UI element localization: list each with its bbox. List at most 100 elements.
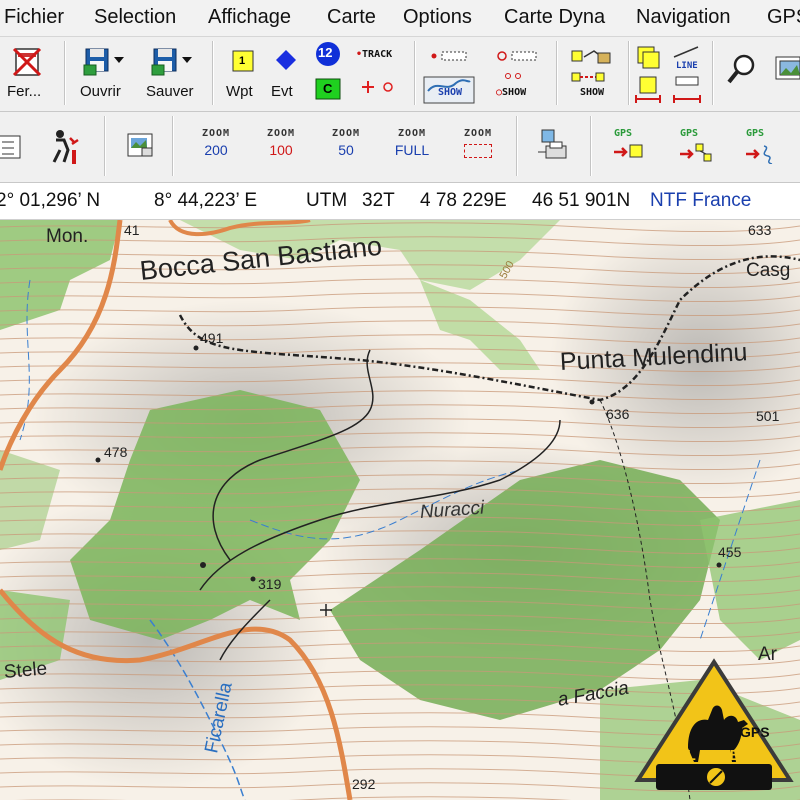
altitude-501: 501	[756, 408, 780, 424]
show-points-button[interactable]: ○SHOW	[490, 43, 548, 107]
diamond-icon	[276, 50, 296, 70]
zoom-selection-button[interactable]: ZOOM	[450, 128, 506, 174]
gps-to-waypoint-button[interactable]: GPS	[608, 128, 648, 168]
spot-height-marker	[716, 562, 722, 568]
menu-carte[interactable]: Carte	[327, 6, 376, 29]
place-name-mon: Mon.	[46, 226, 89, 247]
waypoint-list-button[interactable]	[634, 43, 664, 107]
toolbar-separator	[628, 41, 630, 105]
zoom-100-button[interactable]: ZOOM 100	[253, 128, 309, 174]
zoom-200-label: 200	[204, 142, 228, 158]
coordinate-bar: 2° 01,296’ N 8° 44,223’ E UTM 32T 4 78 2…	[0, 183, 800, 220]
zoom-full-button[interactable]: ZOOM FULL	[384, 128, 440, 174]
spot-height-marker	[250, 576, 256, 582]
toolbar-separator	[516, 116, 518, 176]
gps-word: GPS	[680, 128, 699, 139]
map-window-button[interactable]	[124, 130, 156, 164]
altitude-319: 319	[258, 576, 282, 592]
menu-options[interactable]: Options	[403, 6, 472, 29]
waypoint-list-icon	[635, 46, 661, 103]
plus-circle-icon	[362, 81, 393, 93]
open-button[interactable]: Ouvrir	[76, 43, 132, 107]
utm-label: UTM	[306, 190, 348, 211]
save-button[interactable]: Sauver	[144, 43, 202, 107]
waypoint-label: Wpt	[226, 83, 253, 100]
zoom-50-label: 50	[338, 142, 354, 158]
line-tool-icon	[673, 46, 701, 103]
menu-bar: Fichier Selection Affichage Carte Option…	[0, 0, 800, 37]
utm-easting: 4 78 229E	[420, 190, 507, 211]
close-map-label: Fer...	[7, 83, 42, 100]
gps-to-track-button[interactable]: GPS	[740, 128, 780, 168]
menu-carte-dyna[interactable]: Carte Dyna	[504, 6, 605, 29]
topo-map-canvas	[0, 220, 800, 800]
hiker-icon	[52, 130, 79, 164]
spot-height-marker	[589, 399, 595, 405]
ruler-icon	[0, 135, 21, 159]
toolbar-separator	[212, 41, 214, 105]
magnifier-icon	[727, 54, 755, 84]
datum-label: NTF France	[650, 190, 752, 211]
line-tool-button[interactable]: LINE	[670, 43, 706, 107]
menu-fichier[interactable]: Fichier	[4, 6, 64, 29]
printer-icon	[538, 129, 567, 159]
map-image-icon	[775, 56, 800, 80]
menu-navigation[interactable]: Navigation	[636, 6, 731, 29]
zoom-50-button[interactable]: ZOOM 50	[318, 128, 374, 174]
line-tool-label: LINE	[676, 61, 698, 71]
toolbar-separator	[104, 116, 106, 176]
place-name-nuracci: Nuracci	[419, 497, 485, 523]
zoom-100-label: 100	[269, 142, 293, 158]
spot-height-marker	[193, 345, 199, 351]
utm-zone: 32T	[362, 190, 395, 211]
print-button[interactable]	[534, 126, 570, 166]
altitude-491: 491	[200, 330, 224, 346]
count-badge: 12	[318, 45, 333, 60]
close-map-icon	[12, 47, 42, 77]
zoom-200-button[interactable]: ZOOM 200	[188, 128, 244, 174]
building-marker	[200, 562, 206, 568]
count-button[interactable]: 12 C	[312, 41, 348, 107]
waypoint-button[interactable]: 1 Wpt	[224, 43, 264, 107]
altitude-478: 478	[104, 444, 128, 460]
altitude-455: 455	[718, 544, 742, 560]
utm-northing: 46 51 901N	[532, 190, 631, 211]
track-button[interactable]: •TRACK	[356, 45, 406, 105]
show-route-icon	[571, 50, 611, 82]
place-name-stele: Stele	[3, 658, 49, 683]
show-points-icon	[497, 51, 537, 79]
toolbar-separator	[712, 41, 714, 105]
map-image-button[interactable]	[772, 51, 800, 91]
latitude-readout: 2° 01,296’ N	[0, 190, 101, 211]
menu-gps[interactable]: GPS	[767, 6, 800, 29]
menu-selection[interactable]: Selection	[94, 6, 176, 29]
gps-to-route-button[interactable]: GPS	[674, 128, 714, 168]
gps-word: GPS	[614, 128, 633, 139]
gps-track-icon	[746, 145, 773, 164]
open-label: Ouvrir	[80, 83, 121, 100]
show-track-label: SHOW	[438, 87, 463, 98]
zoom-word: ZOOM	[331, 128, 361, 139]
show-route-button[interactable]: SHOW	[564, 43, 622, 107]
hiker-tool-button[interactable]	[46, 126, 86, 166]
altitude-636: 636	[606, 406, 630, 422]
calibrate-button[interactable]	[0, 130, 28, 164]
map-view[interactable]: Bocca San Bastiano Punta Mulendinu Mon. …	[0, 220, 800, 800]
place-name-ar: Ar	[758, 644, 777, 665]
close-map-button[interactable]: Fer...	[4, 43, 52, 107]
logo-globe-text: GLOBE	[664, 747, 773, 764]
menu-affichage[interactable]: Affichage	[208, 6, 291, 29]
altitude-633: 633	[748, 222, 772, 238]
zoom-rect-icon	[464, 144, 492, 158]
floppy-open-icon	[83, 48, 124, 76]
show-track-button[interactable]: SHOW	[420, 43, 478, 107]
zoom-word: ZOOM	[397, 128, 427, 139]
event-button[interactable]: Evt	[268, 43, 304, 107]
gps-route-icon	[680, 143, 712, 162]
zoom-word: ZOOM	[266, 128, 296, 139]
search-button[interactable]	[724, 51, 760, 91]
save-label: Sauver	[146, 83, 194, 100]
track-label: •TRACK	[356, 49, 393, 60]
toolbar-separator	[414, 41, 416, 105]
altitude-292: 292	[352, 776, 376, 792]
